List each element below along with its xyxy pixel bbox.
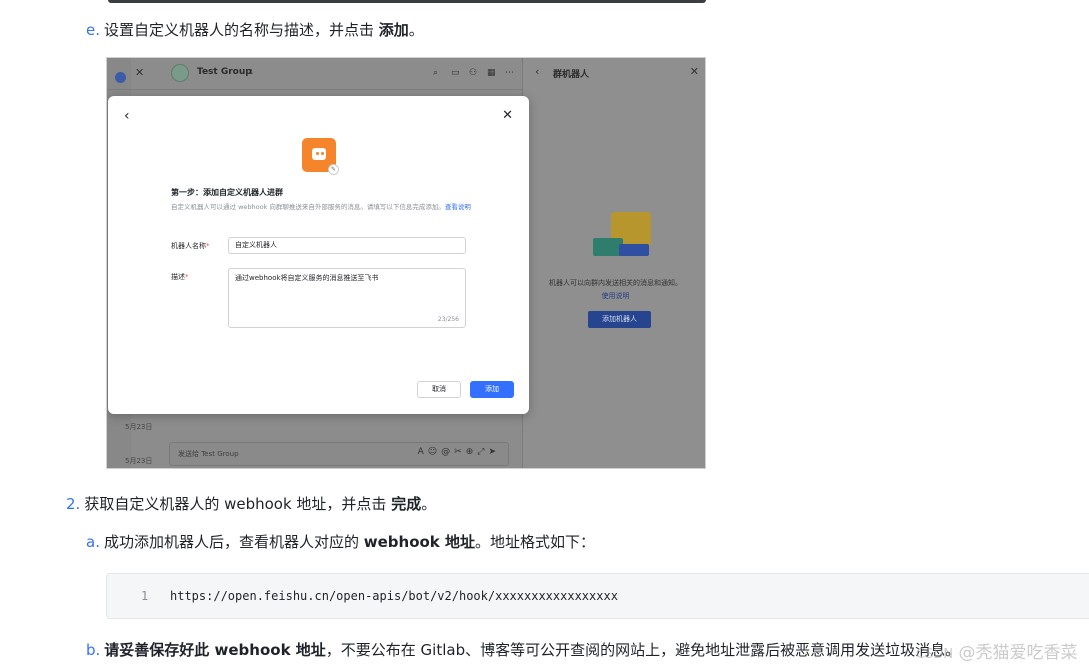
close-icon[interactable]: ✕	[690, 65, 699, 78]
step-text: 设置自定义机器人的名称与描述，并点击	[104, 21, 379, 39]
name-label: 机器人名称*	[171, 242, 210, 250]
chat-header: ✕ Test Group 1 ⌕ ▭ ⚇ ▦ ⋯	[107, 58, 522, 90]
add-member-icon[interactable]: ⚇	[469, 68, 477, 78]
help-link[interactable]: 查看说明	[445, 203, 471, 211]
date-label: 5月23日	[125, 457, 153, 465]
modal-description: 自定义机器人可以通过 webhook 向群聊推送来自外部服务的消息。请填写以下信…	[171, 203, 471, 211]
calendar-icon[interactable]: ▦	[487, 68, 496, 78]
panel-description: 机器人可以向群内发送相关的消息和通知。	[549, 279, 682, 287]
list-marker: 2.	[66, 495, 81, 513]
modal-step-title: 第一步：添加自定义机器人进群	[171, 188, 283, 197]
back-icon[interactable]: ‹	[535, 65, 539, 78]
step-e: e. 设置自定义机器人的名称与描述，并点击 添加。	[86, 21, 424, 39]
step-bold: 添加	[378, 21, 409, 39]
group-avatar	[171, 64, 189, 82]
step-b: b. 请妥善保存好此 webhook 地址，不要公布在 Gitlab、博客等可公开…	[86, 641, 961, 659]
line-number: 1	[141, 589, 149, 603]
list-marker: a.	[86, 533, 100, 551]
step-2: 2. 获取自定义机器人的 webhook 地址，并点击 完成。	[66, 495, 437, 513]
cancel-button[interactable]: 取消	[417, 381, 461, 398]
add-bot-modal: ‹ ✕ ✎ 第一步：添加自定义机器人进群 自定义机器人可以通过 webhook …	[108, 96, 529, 414]
message-composer[interactable]: 发送给 Test Group A☺@✂⊕⤢➤	[169, 442, 509, 466]
step-a: a. 成功添加机器人后，查看机器人对应的 webhook 地址。地址格式如下：	[86, 533, 596, 551]
usage-link[interactable]: 使用说明	[523, 291, 705, 301]
watermark: CSDN @秃猫爱吃香菜	[916, 643, 1078, 663]
previous-image-edge	[108, 0, 706, 3]
more-icon[interactable]: ⋯	[505, 68, 514, 78]
add-bot-button[interactable]: 添加机器人	[588, 311, 651, 328]
description-label: 描述*	[171, 273, 189, 281]
bot-avatar[interactable]: ✎	[302, 138, 339, 175]
panel-title: 群机器人	[553, 70, 590, 80]
bot-name-input[interactable]: 自定义机器人	[228, 237, 466, 254]
bot-description-textarea[interactable]: 通过webhook将自定义服务的消息推送至飞书 23/256	[228, 268, 466, 328]
list-marker: b.	[86, 641, 101, 659]
edit-icon[interactable]: ✎	[328, 164, 339, 175]
search-icon[interactable]: ⌕	[433, 68, 438, 78]
member-count: 1	[249, 68, 254, 76]
code-block[interactable]: 1 https://open.feishu.cn/open-apis/bot/v…	[106, 573, 1089, 619]
bot-illustration	[593, 208, 655, 264]
chat-title: Test Group	[197, 67, 252, 77]
embedded-screenshot: ✕ Test Group 1 ⌕ ▭ ⚇ ▦ ⋯ 5月23日 5月23日 发送给…	[106, 57, 706, 469]
composer-placeholder: 发送给 Test Group	[178, 450, 239, 458]
close-icon[interactable]: ✕	[502, 108, 513, 123]
char-counter: 23/256	[437, 316, 459, 323]
date-label: 5月23日	[125, 423, 153, 431]
video-icon[interactable]: ▭	[451, 68, 460, 78]
bots-panel: ‹ 群机器人 ✕ 机器人可以向群内发送相关的消息和通知。 使用说明 添加机器人	[522, 58, 705, 468]
back-icon[interactable]: ‹	[124, 108, 130, 124]
close-icon[interactable]: ✕	[135, 66, 144, 79]
composer-toolbar-icons[interactable]: A☺@✂⊕⤢➤	[418, 447, 500, 457]
webhook-url-code[interactable]: https://open.feishu.cn/open-apis/bot/v2/…	[170, 589, 618, 603]
add-button[interactable]: 添加	[470, 381, 514, 398]
list-marker: e.	[86, 21, 100, 39]
